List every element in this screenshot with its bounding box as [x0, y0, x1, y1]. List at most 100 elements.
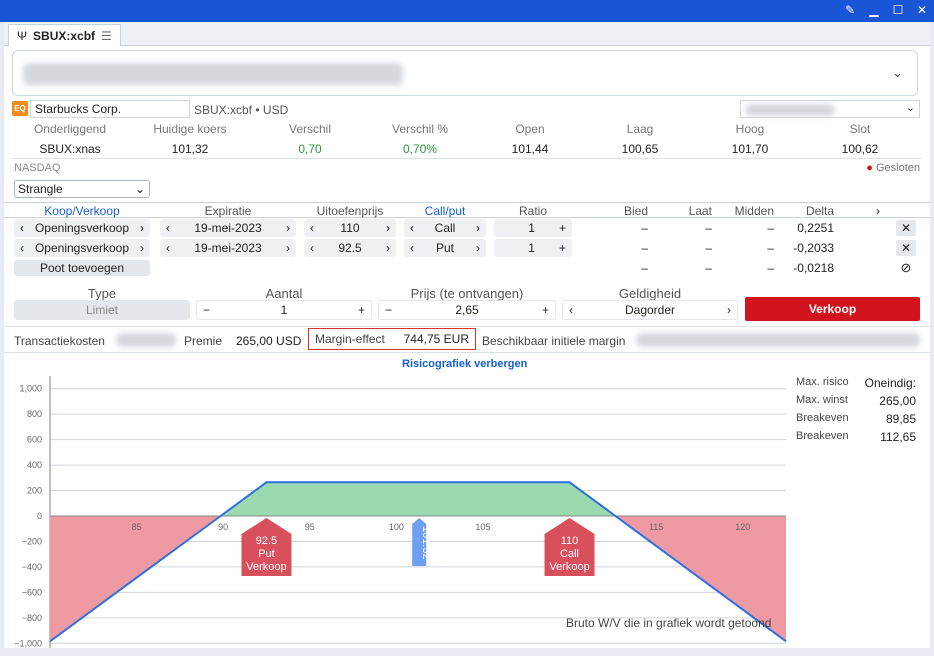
leg-side-select[interactable]: ‹ Openingsverkoop ›: [14, 219, 150, 237]
leg-expiry-select[interactable]: ‹ 19-mei-2023 ›: [160, 219, 296, 237]
market-status-label: Gesloten: [875, 162, 920, 174]
ratio-plus-icon[interactable]: +: [559, 221, 566, 235]
leg-mid: –: [767, 241, 774, 255]
leg-expiry-select[interactable]: ‹ 19-mei-2023 ›: [160, 239, 296, 257]
stat-label: Breakeven: [796, 430, 849, 442]
tab-label: SBUX:xcbf: [33, 28, 96, 43]
y-tick-label: −1,000: [14, 638, 42, 648]
remove-leg-icon[interactable]: ✕: [896, 240, 916, 256]
divider: [12, 158, 922, 159]
order-type-field[interactable]: Limiet: [14, 300, 190, 320]
instrument-name: Starbucks Corp.: [35, 102, 122, 116]
remove-leg-icon[interactable]: ✕: [896, 220, 916, 236]
strategy-chevron-icon: ⌄: [134, 182, 145, 196]
profit-area: [220, 482, 616, 516]
strike-marker-label: 110: [561, 535, 579, 547]
quote-header: Open: [515, 122, 545, 136]
leg-row-put: ‹ Openingsverkoop › ‹ 19-mei-2023 › ‹ 92.5 › ‹…: [4, 239, 930, 259]
columns-more-icon[interactable]: ›: [876, 204, 880, 218]
leg-strike-select[interactable]: ‹ 92.5 ›: [304, 239, 396, 257]
option-order-panel: ⌄ EQ Starbucks Corp. SBUX:xcbf • USD ⌄ O…: [4, 46, 930, 652]
close-window-icon[interactable]: ✕: [916, 2, 928, 18]
quantity-stepper[interactable]: − 1 +: [196, 300, 372, 320]
price-minus-icon[interactable]: −: [385, 303, 392, 317]
col-strike: Uitoefenprijs: [316, 204, 384, 218]
strike-marker-label: Verkoop: [549, 561, 589, 573]
window-titlebar: ✎ ▁ ☐ ✕: [0, 0, 934, 22]
y-tick-label: 0: [37, 511, 42, 521]
leg-strike-select[interactable]: ‹ 110 ›: [304, 219, 396, 237]
quote-header: Laag: [626, 122, 654, 136]
minimize-icon[interactable]: ▁: [868, 2, 880, 18]
quote-header: Verschil: [288, 122, 332, 136]
stat-label: Max. winst: [796, 394, 848, 406]
x-tick-label: 115: [649, 522, 663, 532]
leg-row-call: ‹ Openingsverkoop › ‹ 19-mei-2023 › ‹ 110 › ‹ C…: [4, 219, 930, 239]
leg-mid: –: [767, 221, 774, 235]
leg-ask: –: [705, 241, 712, 255]
quote-header: Onderliggend: [33, 122, 107, 136]
x-tick-label: 85: [132, 522, 142, 532]
stat-value: 265,00: [879, 394, 916, 408]
leg-type-select[interactable]: ‹ Put ›: [404, 239, 486, 257]
exchange-name: NASDAQ: [14, 162, 61, 174]
leg-bid: –: [641, 221, 648, 235]
quote-value: 0,70: [298, 142, 322, 156]
leg-ratio-stepper[interactable]: 1 +: [494, 239, 572, 257]
blurred-available-margin: [636, 333, 920, 347]
quote-header: Hoog: [735, 122, 765, 136]
divider: [4, 352, 930, 353]
leg-strike: 110: [340, 221, 360, 235]
transaction-costs-label: Transactiekosten: [14, 334, 105, 348]
quantity-minus-icon[interactable]: −: [203, 303, 210, 317]
chevron-down-icon[interactable]: ⌄: [892, 65, 903, 81]
sell-button[interactable]: Verkoop: [745, 297, 920, 321]
pin-icon[interactable]: ✎: [844, 2, 856, 18]
leg-ask: –: [705, 221, 712, 235]
col-ratio: Ratio: [518, 204, 547, 218]
legs-header-row: Koop/Verkoop Expiratie Uitoefenprijs Cal…: [4, 202, 930, 218]
y-tick-label: −800: [22, 613, 42, 623]
y-tick-label: 1,000: [19, 384, 42, 394]
leg-delta: 0,2251: [797, 221, 834, 235]
strike-marker-label: Call: [560, 548, 579, 560]
market-status: ● Gesloten: [866, 162, 920, 174]
instrument-currency: USD: [262, 103, 289, 117]
price-value: 2,65: [455, 303, 479, 317]
col-mid: Midden: [734, 204, 774, 218]
quote-value: 0,70%: [402, 142, 438, 156]
stat-value: 112,65: [880, 430, 916, 444]
leg-ratio-stepper[interactable]: 1 +: [494, 219, 572, 237]
maximize-icon[interactable]: ☐: [892, 2, 904, 18]
leg-type-select[interactable]: ‹ Call ›: [404, 219, 486, 237]
tab-instrument[interactable]: Ψ SBUX:xcbf ☰: [8, 24, 121, 46]
add-leg-button[interactable]: Poot toevoegen: [14, 260, 150, 276]
stat-label: Max. risico: [796, 376, 849, 388]
available-margin-label: Beschikbaar initiele margin: [482, 334, 626, 348]
instrument-symbol-line: SBUX:xcbf • USD: [194, 103, 289, 117]
account-select[interactable]: ⌄: [740, 100, 920, 118]
validity-select[interactable]: ‹ Dagorder ›: [562, 300, 738, 320]
y-tick-label: 200: [27, 486, 42, 496]
strategy-value: Strangle: [18, 182, 63, 196]
clear-legs-icon[interactable]: ⊘: [896, 260, 916, 276]
ratio-plus-icon[interactable]: +: [559, 241, 566, 255]
leg-delta: -0,2033: [793, 241, 834, 255]
quantity-plus-icon[interactable]: +: [358, 303, 365, 317]
leg-side-select[interactable]: ‹ Openingsverkoop ›: [14, 239, 150, 257]
x-tick-label: 100: [389, 522, 404, 532]
instrument-search[interactable]: ⌄: [12, 50, 918, 96]
account-chevron-icon[interactable]: ⌄: [906, 101, 915, 114]
price-plus-icon[interactable]: +: [542, 303, 549, 317]
quote-value: 101,32: [171, 142, 209, 156]
strategy-select[interactable]: Strangle ⌄: [14, 180, 150, 198]
price-stepper[interactable]: − 2,65 +: [378, 300, 556, 320]
instrument-name-field[interactable]: Starbucks Corp.: [30, 100, 190, 118]
quote-header-row: Onderliggend Huidige koers Verschil Verschi…: [4, 122, 930, 138]
exchange-badge-icon: EQ: [12, 101, 28, 116]
tab-menu-icon[interactable]: ☰: [101, 29, 112, 43]
margin-value: 744,75 EUR: [403, 332, 469, 346]
total-delta: -0,0218: [793, 261, 834, 275]
leg-type: Call: [434, 221, 456, 235]
blurred-transaction-costs: [116, 333, 176, 347]
